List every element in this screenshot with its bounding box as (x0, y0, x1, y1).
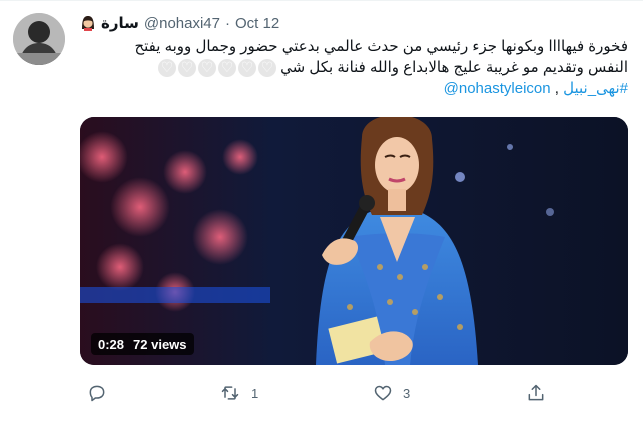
like-count: 3 (403, 385, 411, 401)
tag-separator: , (550, 80, 564, 97)
top-divider (0, 0, 643, 1)
retweet-button[interactable]: 1 (219, 378, 258, 408)
video-stats-badge: 0:28 72 views (91, 333, 194, 355)
white-heart-icon (157, 58, 176, 79)
woman-emoji-icon (80, 15, 96, 31)
display-name[interactable]: سارة (101, 14, 139, 32)
white-heart-icon (237, 58, 256, 79)
mention-link[interactable]: @nohastyleicon (444, 80, 551, 97)
share-icon (526, 383, 546, 403)
like-button[interactable]: 3 (373, 378, 410, 408)
white-heart-icon (217, 58, 236, 79)
avatar-photo (13, 13, 65, 65)
tweet[interactable]: سارة @nohaxi47 · Oct 12 فخورة فيهاااا وب… (0, 0, 643, 428)
white-hearts (157, 58, 276, 79)
tweet-text-line-2: النفس وتقديم مو غريبة عليج هالابداع والل… (280, 59, 628, 76)
retweet-count: 1 (251, 385, 259, 401)
tweet-header: سارة @nohaxi47 · Oct 12 (80, 13, 279, 33)
user-handle[interactable]: @nohaxi47 (144, 15, 220, 32)
tweet-actions: 1 3 (0, 378, 643, 408)
retweet-icon (219, 383, 241, 403)
white-heart-icon (197, 58, 216, 79)
tweet-date[interactable]: Oct 12 (235, 15, 279, 32)
reply-icon (87, 383, 107, 403)
hashtag-link[interactable]: #نهى_نبيل (563, 80, 628, 97)
separator-dot: · (225, 14, 230, 32)
avatar[interactable] (13, 13, 65, 65)
share-button[interactable] (526, 378, 556, 408)
tweet-text: فخورة فيهاااا وبكونها جزء رئيسي من حدث ع… (80, 36, 628, 99)
tweet-text-line-1: فخورة فيهاااا وبكونها جزء رئيسي من حدث ع… (134, 38, 628, 55)
video-frame (80, 117, 628, 365)
tweet-text-line-2-wrapper: النفس وتقديم مو غريبة عليج هالابداع والل… (80, 57, 628, 79)
video-player[interactable]: 0:28 72 views (80, 117, 628, 365)
heart-icon (373, 383, 393, 403)
video-elapsed: 0:28 (98, 336, 125, 352)
tweet-tags-line: #نهى_نبيل , @nohastyleicon (80, 78, 628, 99)
video-views: 72 views (133, 336, 187, 352)
reply-button[interactable] (87, 378, 117, 408)
white-heart-icon (177, 58, 196, 79)
white-heart-icon (257, 58, 276, 79)
